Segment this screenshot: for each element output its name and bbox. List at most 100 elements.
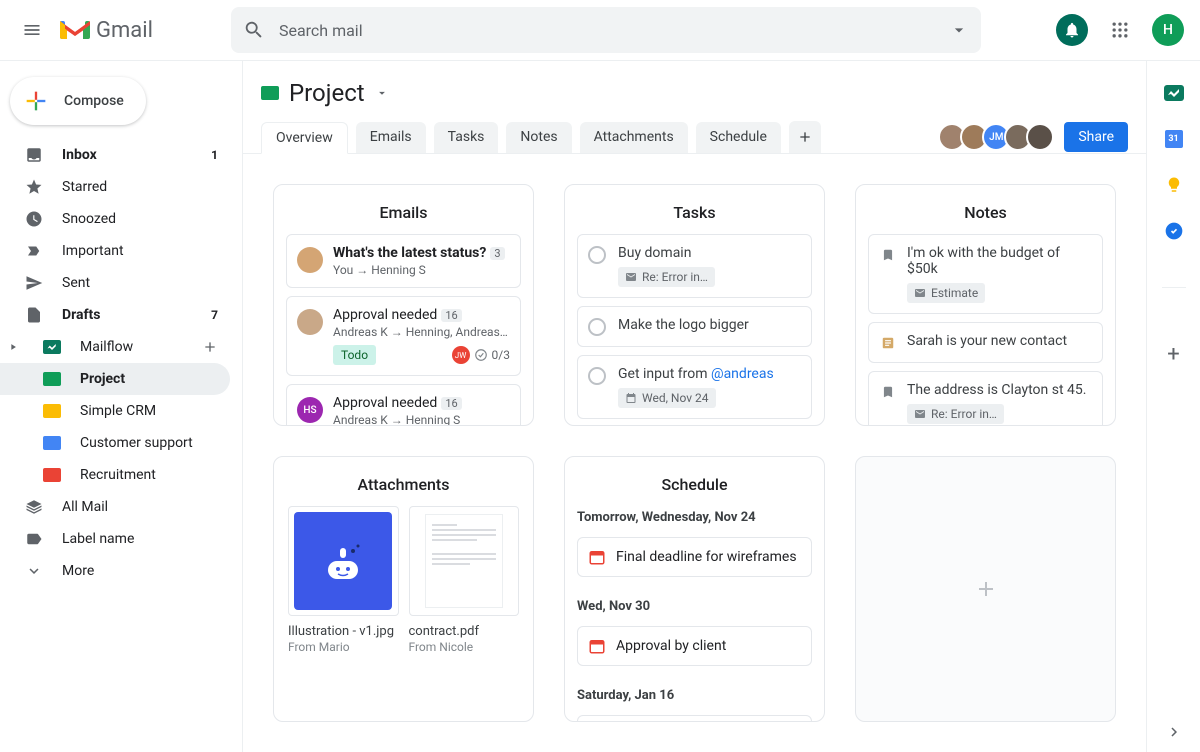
calendar-rail-icon[interactable]: 31 [1164,129,1184,149]
inbox-icon [24,146,44,164]
tag-todo: Todo [333,345,376,365]
tab-attachments[interactable]: Attachments [580,122,688,153]
email-subject: What's the latest status? [333,245,486,261]
notes-card: Notes I'm ok with the budget of $50kEsti… [855,184,1116,426]
attachment-name: contract.pdf [409,624,520,639]
email-from: Andreas K → Henning S [333,413,510,425]
share-button[interactable]: Share [1064,122,1128,152]
schedule-item[interactable]: Final deadline for submitting [577,715,812,721]
task-item[interactable]: Get input from @andreas Wed, Nov 24 [577,355,812,419]
email-item[interactable]: HSApproval needed16Andreas K → Henning S… [286,384,521,425]
card-title: Tasks [565,185,824,234]
search-input[interactable] [279,21,949,40]
note-item[interactable]: The address is Clayton st 45.Re: Error i… [868,371,1103,425]
nav-sent[interactable]: Sent [0,267,230,299]
subnav-customer-support[interactable]: Customer support [0,427,230,459]
compose-button[interactable]: Compose [10,77,146,125]
collaborator-avatar[interactable] [1026,123,1054,151]
attachment-item[interactable]: contract.pdfFrom Nicole [409,506,520,654]
plus-icon [22,87,50,115]
attachments-card: Attachments Illustration - v1.jpgFrom Ma… [273,456,534,722]
notification-icon[interactable] [1056,14,1088,46]
content-area: Project OverviewEmailsTasksNotesAttachme… [242,61,1146,752]
dropdown-icon[interactable] [949,20,969,40]
gmail-logo[interactable]: Gmail [60,18,153,43]
sidebar: Compose Inbox1StarredSnoozedImportantSen… [0,61,242,752]
search-icon [243,19,265,41]
nav-drafts[interactable]: Drafts7 [0,299,230,331]
calendar-icon [588,637,606,655]
nav-inbox[interactable]: Inbox1 [0,139,230,171]
attachment-item[interactable]: Illustration - v1.jpgFrom Mario [288,506,399,654]
emails-card: Emails What's the latest status?3You → H… [273,184,534,426]
add-rail-icon[interactable]: + [1164,344,1184,364]
keep-rail-icon[interactable] [1164,175,1184,195]
note-text: Sarah is your new contact [907,333,1092,349]
clock-icon [24,210,44,228]
schedule-date: Saturday, Jan 16 [577,688,812,703]
card-title: Emails [274,185,533,234]
count-badge: 3 [490,247,504,260]
tab-schedule[interactable]: Schedule [696,122,781,153]
nav-snoozed[interactable]: Snoozed [0,203,230,235]
folder-icon [261,86,279,100]
note-text: I'm ok with the budget of $50k [907,245,1092,277]
tag-icon [24,530,44,548]
tab-emails[interactable]: Emails [356,122,426,153]
nav-label-name[interactable]: Label name [0,523,230,555]
side-rail: 31 + [1146,61,1200,752]
add-icon[interactable] [202,339,218,355]
more-icon [24,562,44,580]
card-title: Schedule [565,457,824,506]
nav-mailflow[interactable]: Mailflow [0,331,230,363]
title-dropdown-icon[interactable] [375,86,389,100]
email-item[interactable]: Approval needed16Andreas K → Henning, An… [286,296,521,376]
task-item[interactable]: Buy domainRe: Error in… [577,234,812,298]
attachment-from: From Mario [288,640,399,654]
nav-starred[interactable]: Starred [0,171,230,203]
subnav-simple-crm[interactable]: Simple CRM [0,395,230,427]
schedule-title: Approval by client [616,638,726,654]
important-icon [24,242,44,260]
subnav-project[interactable]: Project [0,363,230,395]
checkbox[interactable] [588,367,606,385]
checkbox[interactable] [588,246,606,264]
schedule-item[interactable]: Approval by client [577,626,812,666]
bookmark-icon [879,383,897,401]
star-icon [24,178,44,196]
tab-tasks[interactable]: Tasks [434,122,499,153]
note-item[interactable]: Sarah is your new contact [868,322,1103,363]
note-item[interactable]: I'm ok with the budget of $50kEstimate [868,234,1103,314]
checkbox[interactable] [588,318,606,336]
tab-notes[interactable]: Notes [506,122,571,153]
add-card-button[interactable] [855,456,1116,722]
chip: Wed, Nov 24 [618,388,716,408]
attachment-thumbnail [409,506,520,616]
subnav-recruitment[interactable]: Recruitment [0,459,230,491]
search-bar[interactable] [231,7,981,53]
nav-important[interactable]: Important [0,235,230,267]
tasks-rail-icon[interactable] [1164,221,1184,241]
count-badge: 16 [441,309,461,322]
add-tab-button[interactable] [789,121,821,153]
user-avatar[interactable]: H [1152,14,1184,46]
task-title: Get input from @andreas [618,366,801,382]
apps-icon[interactable] [1100,10,1140,50]
nav-more[interactable]: More [0,555,230,587]
nav-all-mail[interactable]: All Mail [0,491,230,523]
mailflow-rail-icon[interactable] [1164,83,1184,103]
avatar: HS [297,397,323,423]
email-subject: Approval needed [333,307,437,323]
folder-icon [42,468,62,482]
chevron-right-icon[interactable] [1164,722,1184,742]
folder-icon [42,372,62,386]
schedule-item[interactable]: Final deadline for wireframes [577,537,812,577]
folder-icon [42,404,62,418]
task-title: Make the logo bigger [618,317,801,333]
page-title: Project [289,79,365,107]
schedule-date: Tomorrow, Wednesday, Nov 24 [577,510,812,525]
task-item[interactable]: Make the logo bigger [577,306,812,347]
email-item[interactable]: What's the latest status?3You → Henning … [286,234,521,288]
tab-overview[interactable]: Overview [261,122,348,154]
menu-icon[interactable] [8,6,56,54]
